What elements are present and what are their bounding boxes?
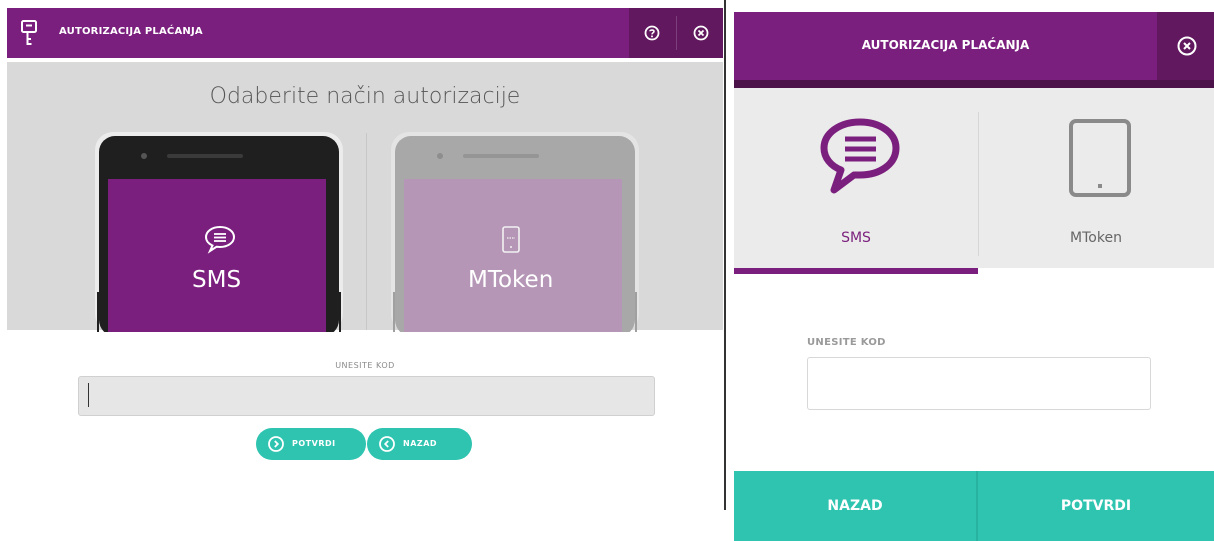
close-icon[interactable] <box>693 25 709 41</box>
selector-subtitle: Odaberite način autorizacije <box>209 84 521 109</box>
back-button-label: NAZAD <box>403 439 438 448</box>
option-separator <box>366 133 367 330</box>
auth-panel-mobile: AUTORIZACIJA PLAĆANJA SMS MToken UNESITE… <box>734 12 1214 541</box>
tablet-icon[interactable] <box>1067 117 1133 199</box>
code-label: UNESITE KOD <box>807 337 886 348</box>
header-underline <box>734 80 1214 88</box>
chat-bubble-icon <box>204 225 236 254</box>
close-icon[interactable] <box>1177 36 1197 56</box>
tab-mtoken[interactable]: MToken <box>978 230 1214 246</box>
auth-panel-desktop: AUTORIZACIJA PLAĆANJA Odaberite način au… <box>7 8 723 528</box>
confirm-button-label: POTVRDI <box>292 439 336 448</box>
mtoken-option-label: MToken <box>468 267 554 293</box>
code-label: UNESITE KOD <box>335 361 395 370</box>
tablet-icon <box>502 226 520 253</box>
confirm-button[interactable]: POTVRDI <box>256 428 366 460</box>
back-button[interactable]: NAZAD <box>367 428 472 460</box>
confirm-button[interactable]: POTVRDI <box>978 471 1214 541</box>
code-input[interactable] <box>78 376 655 416</box>
sms-option-label: SMS <box>192 267 242 293</box>
key-icon <box>21 20 37 45</box>
chevron-left-icon <box>379 436 395 452</box>
panel-title: AUTORIZACIJA PLAĆANJA <box>59 26 203 37</box>
header-divider <box>676 16 677 50</box>
panel-title: AUTORIZACIJA PLAĆANJA <box>861 38 1030 52</box>
active-tab-indicator <box>734 268 978 274</box>
chevron-right-icon <box>268 436 284 452</box>
help-icon[interactable] <box>644 25 660 41</box>
screenshot-divider <box>724 0 726 510</box>
text-caret <box>88 383 89 407</box>
chat-bubble-icon[interactable] <box>814 116 904 198</box>
back-button[interactable]: NAZAD <box>734 471 976 541</box>
code-input[interactable] <box>807 357 1151 410</box>
tab-sms[interactable]: SMS <box>734 230 978 246</box>
